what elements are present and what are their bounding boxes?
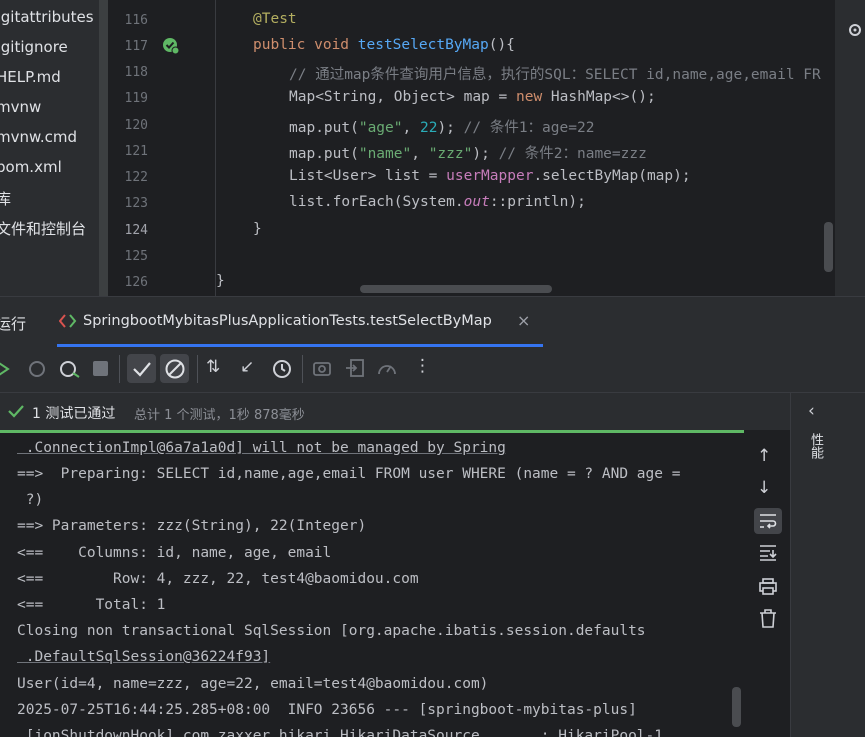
tree-scrollbar[interactable]: [99, 0, 108, 296]
console-line: ?): [17, 492, 44, 508]
toolbar-separator: [119, 355, 120, 383]
console-line: <== Row: 4, zzz, 22, test4@baomidou.com: [17, 571, 419, 587]
line-number: 124: [124, 223, 148, 238]
soft-wrap-button[interactable]: [754, 508, 782, 534]
tree-item-pom-xml[interactable]: pom.xml: [0, 158, 62, 176]
line-number: 126: [124, 275, 148, 290]
line-number: 117: [124, 39, 148, 54]
print-icon[interactable]: [758, 577, 778, 595]
sort-icon[interactable]: ⇅: [206, 357, 220, 377]
tree-item-gitignore[interactable]: .gitignore: [0, 38, 68, 56]
console-line: .ConnectionImpl@6a7a1a0d] will not be ma…: [17, 440, 506, 456]
test-status-text: 1 测试已通过: [32, 406, 116, 422]
run-tool-label: 运行: [0, 315, 27, 333]
code-line-117: public void testSelectByMap(){: [253, 37, 515, 53]
tree-item-scratches[interactable]: 文件和控制台: [0, 218, 86, 239]
right-tool-strip: [835, 0, 865, 296]
coverage-icon[interactable]: [376, 358, 398, 378]
ignored-icon: [165, 359, 185, 379]
show-ignored-button[interactable]: [160, 354, 189, 383]
editor-horizontal-scrollbar[interactable]: [360, 285, 552, 293]
console-line: 2025-07-25T16:44:25.285+08:00 INFO 23656…: [17, 702, 637, 718]
console-line: ==> Parameters: zzz(String), 22(Integer): [17, 518, 367, 534]
line-number: 116: [124, 13, 148, 28]
collapse-icon[interactable]: ↙: [240, 357, 254, 377]
line-number: 119: [124, 91, 148, 106]
chevron-left-icon[interactable]: ‹: [808, 401, 815, 421]
code-line-123: list.forEach(System.out::println);: [289, 194, 586, 210]
passed-check-icon: [8, 405, 24, 418]
show-passed-button[interactable]: [127, 354, 156, 383]
close-tab-icon[interactable]: ×: [517, 311, 530, 330]
test-summary-text: 总计 1 个测试，1秒 878毫秒: [134, 408, 305, 423]
scroll-to-end-icon[interactable]: [758, 544, 778, 562]
console-output[interactable]: .ConnectionImpl@6a7a1a0d] will not be ma…: [0, 430, 790, 737]
tree-item-libraries[interactable]: 库: [0, 188, 11, 209]
code-line-116: @Test: [253, 11, 297, 27]
line-number: 125: [124, 249, 148, 264]
more-options-icon[interactable]: ⋮: [414, 356, 431, 376]
console-line: <== Columns: id, name, age, email: [17, 545, 332, 561]
line-number: 123: [124, 196, 148, 211]
test-status-bar: 1 测试已通过 总计 1 个测试，1秒 878毫秒: [0, 393, 790, 430]
line-number: 122: [124, 170, 148, 185]
console-line: User(id=4, name=zzz, age=22, email=test4…: [17, 676, 489, 692]
console-scrollbar[interactable]: [732, 687, 741, 727]
history-icon[interactable]: [271, 358, 293, 380]
console-line: Closing non transactional SqlSession [or…: [17, 623, 646, 639]
tree-item-help-md[interactable]: HELP.md: [0, 68, 61, 86]
trash-icon[interactable]: [759, 609, 777, 629]
code-line-118: // 通过map条件查询用户信息，执行的SQL：SELECT id,name,a…: [289, 67, 821, 83]
code-line-119: Map<String, Object> map = new HashMap<>(…: [289, 89, 656, 105]
camera-icon[interactable]: [312, 359, 332, 377]
arrow-up-icon[interactable]: ↑: [757, 446, 771, 466]
code-line-120: map.put("age", 22); // 条件1：age=22: [289, 120, 595, 136]
code-editor[interactable]: 116 117 118 119 120 121 122 123 124 125 …: [108, 0, 865, 296]
console-line: ==> Preparing: SELECT id,name,age,email …: [17, 466, 681, 482]
line-number: 121: [124, 144, 148, 159]
code-line-121: map.put("name", "zzz"); // 条件2：name=zzz: [289, 146, 647, 162]
rerun-failed-icon[interactable]: [27, 359, 47, 379]
console-line: [ionShutdownHook] com.zaxxer.hikari.Hika…: [17, 728, 664, 737]
editor-vertical-scrollbar[interactable]: [824, 222, 833, 272]
toggle-auto-test-icon[interactable]: [59, 359, 81, 379]
console-line: <== Total: 1: [17, 597, 166, 613]
toolbar-separator: [197, 355, 198, 383]
tab-run-config[interactable]: SpringbootMybitasPlusApplicationTests.te…: [57, 307, 543, 347]
run-test-passed-icon[interactable]: [162, 37, 180, 55]
line-number: 120: [124, 118, 148, 133]
test-progress-bar: [0, 430, 744, 433]
project-tree: .gitattributes .gitignore HELP.md mvnw m…: [0, 0, 108, 296]
tree-item-mvnw[interactable]: mvnw: [0, 98, 41, 116]
tree-item-gitattributes[interactable]: .gitattributes: [0, 8, 94, 26]
check-icon: [133, 362, 151, 377]
console-line: .DefaultSqlSession@36224f93]: [17, 649, 271, 665]
run-tab-bar: 运行 SpringbootMybitasPlusApplicationTests…: [0, 297, 865, 347]
toolbar-separator: [302, 355, 303, 383]
right-side-panel: ‹ 性能: [790, 393, 865, 737]
soft-wrap-icon: [760, 514, 777, 529]
stop-icon[interactable]: [93, 361, 108, 376]
tree-item-mvnw-cmd[interactable]: mvnw.cmd: [0, 128, 77, 146]
run-toolbar: ⇅ ↙ ⋮: [0, 347, 865, 393]
performance-tab[interactable]: 性能: [805, 433, 825, 459]
test-config-icon: [59, 314, 77, 328]
code-line-122: List<User> list = userMapper.selectByMap…: [289, 168, 691, 184]
code-line-126: }: [216, 273, 225, 289]
import-icon[interactable]: [345, 358, 365, 378]
tab-run-config-label: SpringbootMybitasPlusApplicationTests.te…: [83, 313, 492, 329]
rerun-icon[interactable]: [0, 359, 14, 379]
arrow-down-icon[interactable]: ↓: [757, 478, 771, 498]
line-number: 118: [124, 65, 148, 80]
indent-guide: [215, 0, 216, 296]
code-line-124: }: [253, 221, 262, 237]
gear-icon[interactable]: [847, 20, 863, 40]
